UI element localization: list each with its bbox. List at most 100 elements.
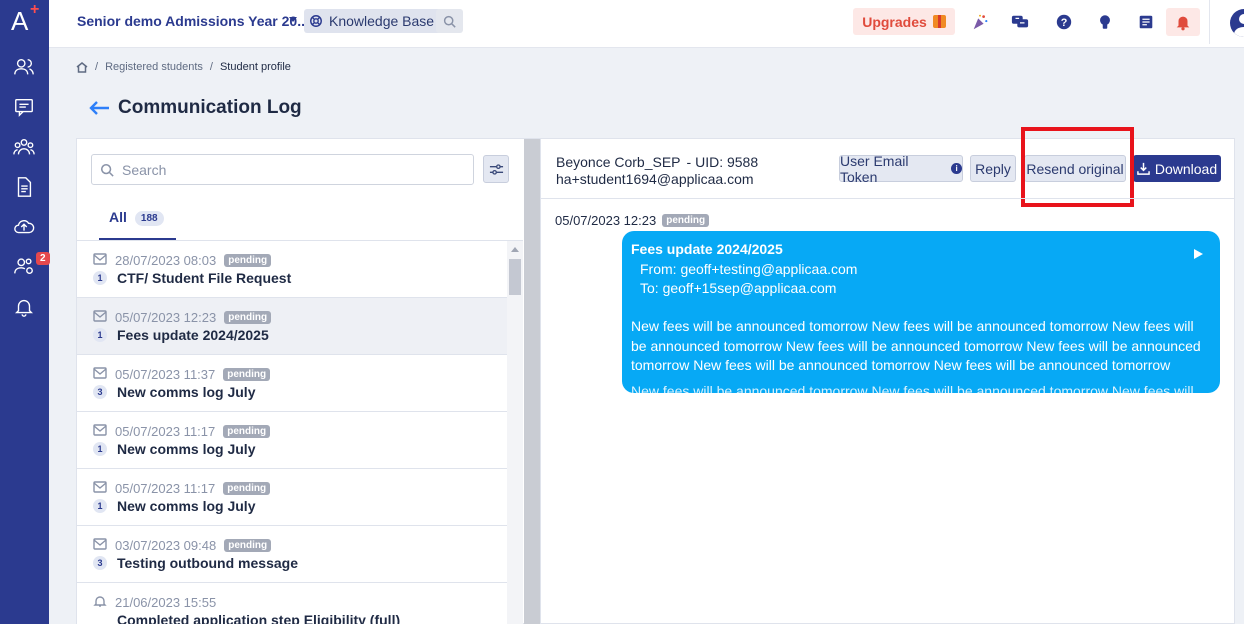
chevron-down-icon[interactable] bbox=[289, 17, 297, 22]
svg-text:?: ? bbox=[1061, 17, 1068, 29]
upgrades-button[interactable]: Upgrades bbox=[853, 8, 955, 35]
bell-icon[interactable] bbox=[12, 295, 36, 319]
app-logo[interactable]: A + bbox=[11, 1, 41, 38]
list-item-date: 21/06/2023 15:55 bbox=[115, 595, 217, 610]
breadcrumb: / Registered students / Student profile bbox=[76, 61, 291, 73]
sidebar: A + 2 bbox=[0, 0, 50, 624]
list-item-meta: 05/07/2023 12:23 pending bbox=[93, 310, 272, 325]
download-button[interactable]: Download bbox=[1133, 155, 1221, 182]
bell-icon bbox=[93, 595, 107, 610]
back-arrow-icon[interactable] bbox=[88, 100, 110, 116]
status-badge: pending bbox=[223, 425, 271, 438]
lifebuoy-icon bbox=[310, 15, 322, 27]
message-body: New fees will be announced tomorrow New … bbox=[631, 318, 1201, 373]
knowledge-base-button[interactable]: Knowledge Base bbox=[304, 9, 442, 33]
list-item[interactable]: 05/07/2023 12:23 pending 1 Fees update 2024… bbox=[77, 298, 507, 355]
list-item-meta: 05/07/2023 11:37 pending bbox=[93, 367, 271, 382]
message-subject: Fees update 2024/2025 bbox=[631, 241, 783, 257]
list-item-title: 1 Fees update 2024/2025 bbox=[93, 327, 269, 343]
mail-icon bbox=[93, 253, 107, 268]
help-icon[interactable]: ? bbox=[1054, 12, 1074, 32]
notification-badge: 2 bbox=[36, 252, 50, 265]
breadcrumb-student-profile: Student profile bbox=[219, 61, 291, 73]
filter-button[interactable] bbox=[483, 155, 509, 183]
breadcrumb-registered-students[interactable]: Registered students bbox=[105, 61, 203, 73]
download-label: Download bbox=[1154, 160, 1218, 177]
list-item[interactable]: 28/07/2023 08:03 pending 1 CTF/ Student Fil… bbox=[77, 241, 507, 298]
knowledge-base-label: Knowledge Base bbox=[329, 13, 435, 29]
tab-all[interactable]: All 188 bbox=[99, 198, 176, 240]
mail-icon bbox=[93, 481, 107, 496]
status-badge: pending bbox=[224, 311, 272, 324]
search-placeholder: Search bbox=[122, 161, 167, 178]
download-icon bbox=[1137, 162, 1150, 175]
list-item-meta: 05/07/2023 11:17 pending bbox=[93, 481, 271, 496]
user-email-token-button[interactable]: User Email Token i bbox=[839, 153, 963, 185]
reply-label: Reply bbox=[975, 160, 1011, 177]
lightbulb-icon[interactable] bbox=[1095, 12, 1115, 32]
list-item-title: 1 New comms log July bbox=[93, 441, 255, 457]
global-search-button[interactable] bbox=[436, 9, 463, 33]
user-avatar[interactable] bbox=[1230, 9, 1244, 37]
message-timestamp-row: 05/07/2023 12:23 pending bbox=[555, 213, 710, 228]
message-to: To: geoff+15sep@applicaa.com bbox=[640, 280, 837, 296]
notes-icon[interactable] bbox=[1136, 12, 1156, 32]
message-bubble[interactable]: Fees update 2024/2025 From: geoff+testin… bbox=[622, 231, 1220, 393]
detail-divider bbox=[541, 198, 1234, 199]
list-item-subject: New comms log July bbox=[117, 441, 256, 457]
user-settings-icon[interactable] bbox=[12, 254, 36, 278]
scroll-thumb[interactable] bbox=[509, 259, 521, 295]
logo-plus: + bbox=[30, 1, 40, 18]
list-item[interactable]: 05/07/2023 11:17 pending 1 New comms log Ju… bbox=[77, 469, 507, 526]
list-item-subject: CTF/ Student File Request bbox=[117, 270, 292, 286]
contacts-icon[interactable] bbox=[12, 55, 36, 79]
list-scrollbar[interactable] bbox=[507, 241, 523, 624]
list-item-meta: 03/07/2023 09:48 pending bbox=[93, 538, 272, 553]
users-icon[interactable] bbox=[12, 135, 36, 159]
celebration-icon[interactable] bbox=[970, 12, 990, 32]
thread-count: 1 bbox=[93, 271, 107, 285]
list-item-title: Completed application step Eligibility (… bbox=[93, 612, 400, 624]
thread-count: 1 bbox=[93, 499, 107, 513]
thread-count: 1 bbox=[93, 328, 107, 342]
mail-icon bbox=[93, 424, 107, 439]
message-detail-panel: Beyonce Corb_SEP - UID: 9588 ha+student16… bbox=[540, 127, 1235, 624]
thread-count: 3 bbox=[93, 556, 107, 570]
app-title[interactable]: Senior demo Admissions Year 20... bbox=[77, 13, 309, 29]
gift-icon bbox=[932, 15, 946, 28]
list-item-title: 1 New comms log July bbox=[93, 498, 255, 514]
list-item-date: 05/07/2023 12:23 bbox=[115, 310, 217, 325]
tab-all-count: 188 bbox=[134, 211, 164, 226]
list-item[interactable]: 03/07/2023 09:48 pending 3 Testing outbound… bbox=[77, 526, 507, 583]
list-item-subject: New comms log July bbox=[117, 384, 256, 400]
list-item[interactable]: 05/07/2023 11:17 pending 1 New comms log Ju… bbox=[77, 412, 507, 469]
scroll-up-arrow-icon[interactable] bbox=[511, 247, 519, 252]
logo-letter: A bbox=[11, 6, 29, 36]
expand-play-icon[interactable] bbox=[1194, 249, 1203, 259]
message-status-badge: pending bbox=[662, 214, 710, 227]
sliders-icon bbox=[489, 163, 503, 175]
list-item-subject: Testing outbound message bbox=[117, 555, 298, 571]
thread-count bbox=[93, 613, 107, 624]
reply-button[interactable]: Reply bbox=[970, 155, 1016, 182]
list-item[interactable]: 05/07/2023 11:37 pending 3 New comms log Ju… bbox=[77, 355, 507, 412]
panel-scrollbar[interactable] bbox=[524, 139, 541, 624]
search-icon bbox=[100, 163, 114, 177]
contact-header: Beyonce Corb_SEP - UID: 9588 bbox=[556, 154, 758, 170]
message-from: From: geoff+testing@applicaa.com bbox=[640, 261, 858, 277]
cloud-upload-icon[interactable] bbox=[12, 215, 36, 239]
search-input[interactable]: Search bbox=[91, 154, 474, 185]
chat-support-icon[interactable] bbox=[1010, 12, 1030, 32]
document-icon[interactable] bbox=[12, 175, 36, 199]
home-icon[interactable] bbox=[76, 61, 88, 73]
list-item-meta: 21/06/2023 15:55 bbox=[93, 595, 216, 610]
list-item[interactable]: 21/06/2023 15:55 Completed application st… bbox=[77, 583, 507, 624]
message-body-overflow: New fees will be announced tomorrow New … bbox=[631, 383, 1194, 393]
chat-icon[interactable] bbox=[12, 95, 36, 119]
list-item-date: 28/07/2023 08:03 bbox=[115, 253, 217, 268]
status-badge: pending bbox=[223, 368, 271, 381]
mail-icon bbox=[93, 367, 107, 382]
contact-uid: - UID: 9588 bbox=[686, 154, 759, 170]
alerts-bell-icon[interactable] bbox=[1166, 8, 1200, 36]
thread-count: 3 bbox=[93, 385, 107, 399]
